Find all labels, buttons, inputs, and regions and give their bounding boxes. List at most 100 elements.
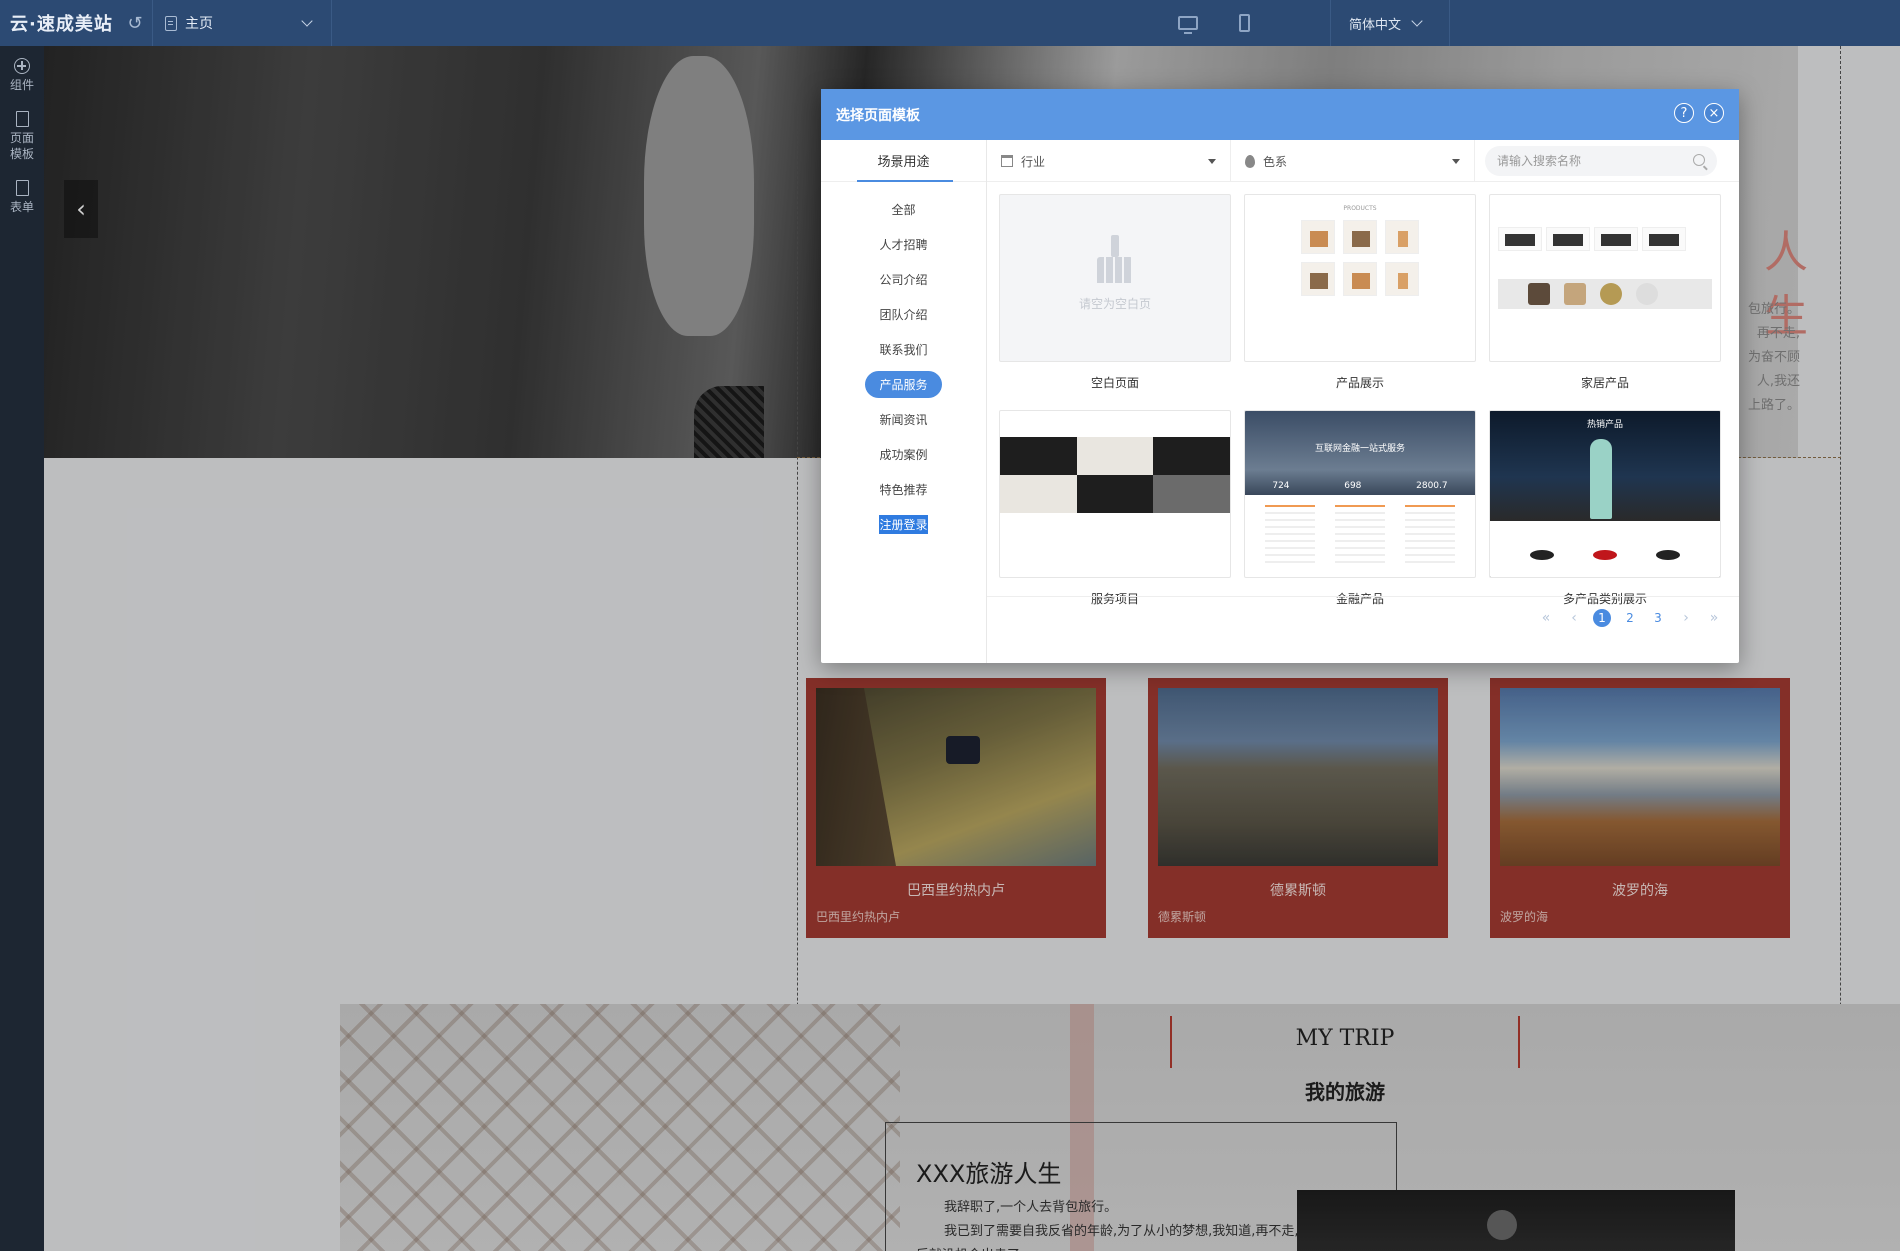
thumb-column <box>1265 505 1315 565</box>
thumb-heading: PRODUCTS <box>1343 205 1377 212</box>
sidebar-item-label: 页面模板 <box>10 131 35 161</box>
thumb-product <box>1301 220 1335 254</box>
template-card[interactable]: PRODUCTS 产品展示 <box>1244 194 1476 402</box>
thumb-product <box>1343 262 1377 296</box>
page-selector[interactable]: 主页 <box>152 0 332 46</box>
template-grid: 请空为空白页 空白页面 PRODUCTS 产品展示 家居产品 服务项目 互联网金… <box>987 182 1739 606</box>
thumb-product <box>1528 283 1550 305</box>
thumb-tile <box>1076 475 1154 513</box>
tab-scene-usage[interactable]: 场景用途 <box>821 140 986 182</box>
thumb-banner: 热销产品 <box>1490 411 1720 521</box>
page-template-icon <box>15 111 29 127</box>
template-card[interactable]: 服务项目 <box>999 410 1231 618</box>
industry-dropdown[interactable]: 行业 <box>987 140 1231 182</box>
sidebar-item-components[interactable]: 组件 <box>0 46 44 93</box>
color-label: 色系 <box>1263 154 1288 169</box>
template-thumbnail[interactable]: PRODUCTS <box>1244 194 1476 362</box>
template-thumbnail[interactable]: 请空为空白页 <box>999 194 1231 362</box>
help-icon: ? <box>1680 105 1688 121</box>
template-thumbnail[interactable] <box>1489 194 1721 362</box>
page-button-current[interactable]: 1 <box>1593 608 1611 627</box>
thumb-products <box>1490 521 1720 577</box>
thumb-tile <box>1153 437 1230 475</box>
category-label: 产品服务 <box>865 371 942 398</box>
dialog-body: 场景用途 全部 人才招聘 公司介绍 团队介绍 联系我们 产品服务 新闻资讯 成功… <box>821 140 1739 663</box>
template-card[interactable]: 热销产品 多产品类别展示 <box>1489 410 1721 618</box>
category-item[interactable]: 全部 <box>821 192 986 227</box>
thumb-stats: 724 698 2800.7 <box>1245 481 1475 491</box>
close-icon: × <box>1708 105 1720 121</box>
template-thumbnail[interactable] <box>999 410 1231 578</box>
category-item[interactable]: 团队介绍 <box>821 297 986 332</box>
page-button[interactable]: 2 <box>1621 609 1639 627</box>
next-page-button[interactable]: › <box>1677 609 1695 627</box>
category-item[interactable]: 人才招聘 <box>821 227 986 262</box>
sidebar-item-page-template[interactable]: 页面模板 <box>0 93 44 162</box>
help-button[interactable]: ? <box>1674 103 1694 123</box>
industry-label: 行业 <box>1021 154 1046 169</box>
thumb-product <box>1385 262 1419 296</box>
thumb-stat: 2800.7 <box>1416 481 1448 491</box>
mobile-view-button[interactable] <box>1216 0 1272 46</box>
category-item[interactable]: 成功案例 <box>821 437 986 472</box>
top-toolbar: 云·速成美站 ↺ 主页 简体中文 <box>0 0 1900 46</box>
page-icon <box>165 15 177 31</box>
category-label: 全部 <box>891 203 916 217</box>
template-card[interactable]: 家居产品 <box>1489 194 1721 402</box>
thumb-columns <box>1245 495 1475 575</box>
search-icon[interactable] <box>1693 153 1705 166</box>
color-dropdown[interactable]: 色系 <box>1231 140 1475 182</box>
thumb-tile <box>1153 475 1230 513</box>
mobile-icon <box>1238 14 1250 32</box>
category-item-active[interactable]: 产品服务 <box>821 367 986 402</box>
category-item[interactable]: 公司介绍 <box>821 262 986 297</box>
category-label: 注册登录 <box>879 515 928 534</box>
last-page-button[interactable]: » <box>1705 609 1723 627</box>
template-thumbnail[interactable]: 互联网金融一站式服务 724 698 2800.7 <box>1244 410 1476 578</box>
sidebar-item-form[interactable]: 表单 <box>0 162 44 215</box>
thumb-product <box>1498 227 1542 251</box>
category-item[interactable]: 特色推荐 <box>821 472 986 507</box>
template-thumbnail[interactable]: 热销产品 <box>1489 410 1721 578</box>
search-wrapper <box>1475 140 1739 181</box>
language-selector[interactable]: 简体中文 <box>1330 0 1450 46</box>
thumb-product <box>1642 227 1686 251</box>
thumb-product <box>1343 220 1377 254</box>
building-icon <box>1001 155 1013 167</box>
category-item[interactable]: 注册登录 <box>821 507 986 542</box>
thumb-product <box>1656 550 1681 560</box>
thumb-product <box>1592 550 1617 560</box>
first-page-button[interactable]: « <box>1537 609 1555 627</box>
thumb-product <box>1301 262 1335 296</box>
color-drop-icon <box>1245 154 1255 168</box>
thumb-strip <box>1498 279 1712 309</box>
thumb-row <box>1265 262 1455 296</box>
search-input[interactable] <box>1497 153 1677 168</box>
search-box <box>1485 145 1717 176</box>
undo-icon[interactable]: ↺ <box>118 13 152 34</box>
thumb-tile <box>1000 475 1077 513</box>
thumb-product <box>1546 227 1590 251</box>
sidebar-item-label: 表单 <box>10 200 35 214</box>
language-label: 简体中文 <box>1349 17 1402 33</box>
category-item[interactable]: 新闻资讯 <box>821 402 986 437</box>
template-picker-dialog: 选择页面模板 ? × 场景用途 全部 人才招聘 公司介绍 团队介绍 联系我们 产… <box>821 89 1739 663</box>
thumb-tile <box>1000 437 1077 475</box>
app-logo: 云·速成美站 <box>10 14 113 35</box>
category-label: 团队介绍 <box>879 308 928 322</box>
left-sidebar: 组件 页面模板 表单 <box>0 46 44 1251</box>
category-label: 新闻资讯 <box>879 413 928 427</box>
category-item[interactable]: 联系我们 <box>821 332 986 367</box>
category-label: 公司介绍 <box>879 273 928 287</box>
prev-page-button[interactable]: ‹ <box>1565 609 1583 627</box>
close-button[interactable]: × <box>1704 103 1724 123</box>
page-button[interactable]: 3 <box>1649 609 1667 627</box>
thumb-heading: 互联网金融一站式服务 <box>1314 444 1405 454</box>
thumb-stat: 698 <box>1344 481 1362 491</box>
category-label: 联系我们 <box>879 343 928 357</box>
thumb-product <box>1600 283 1622 305</box>
desktop-view-button[interactable] <box>1160 0 1216 46</box>
template-card[interactable]: 互联网金融一站式服务 724 698 2800.7 金融产品 <box>1244 410 1476 618</box>
template-card[interactable]: 请空为空白页 空白页面 <box>999 194 1231 402</box>
thumb-banner: 互联网金融一站式服务 724 698 2800.7 <box>1245 411 1475 495</box>
